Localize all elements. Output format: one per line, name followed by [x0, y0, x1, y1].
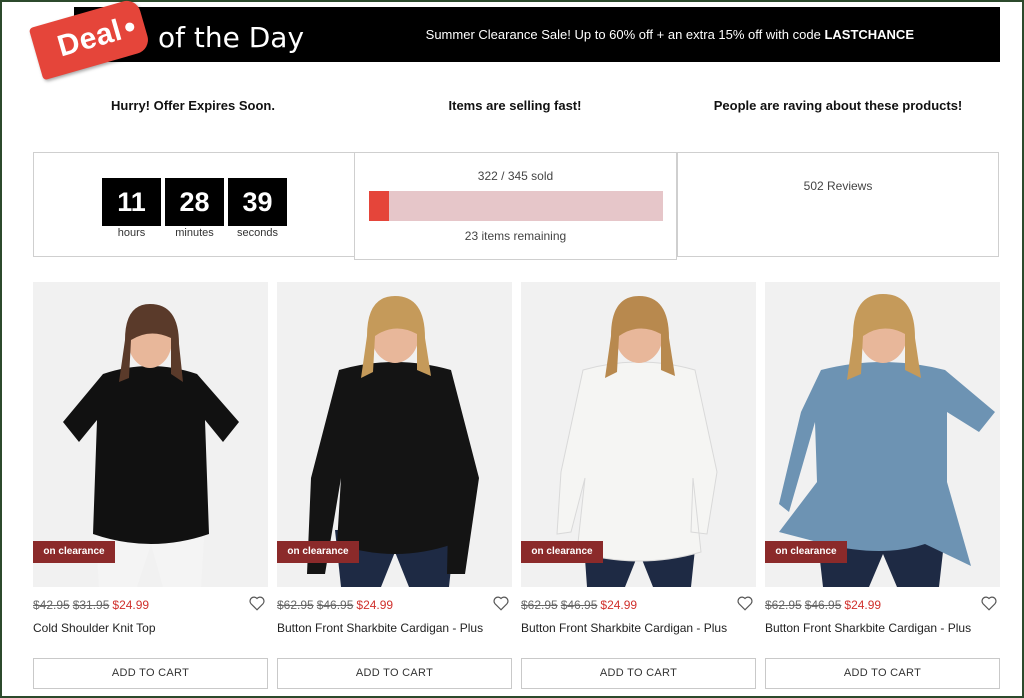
previous-price: $46.95	[316, 598, 354, 612]
countdown-panel: 11 hours 28 minutes 39 seconds	[33, 152, 355, 257]
stock-progress-fill	[369, 191, 389, 221]
minutes-value: 28	[165, 178, 224, 226]
previous-price: $46.95	[560, 598, 598, 612]
product-card: on clearance $42.95 $31.95 $24.99 Cold Sho…	[33, 282, 268, 692]
clearance-badge: on clearance	[765, 541, 847, 563]
original-price: $42.95	[33, 598, 70, 612]
sale-price: $24.99	[356, 598, 394, 612]
stock-progress-bar	[369, 191, 663, 221]
countdown-hours: 11 hours	[102, 178, 161, 239]
hours-value: 11	[102, 178, 161, 226]
countdown-seconds: 39 seconds	[228, 178, 287, 239]
seconds-label: seconds	[237, 227, 278, 239]
sold-count: 322 / 345 sold	[477, 169, 554, 183]
hours-label: hours	[117, 227, 146, 239]
price-row: $62.95 $46.95 $24.99	[521, 598, 637, 612]
countdown-minutes: 28 minutes	[165, 178, 224, 239]
reviews-count[interactable]: 502 Reviews	[678, 179, 998, 193]
tag-hole-icon	[124, 21, 136, 33]
deal-tag: Deal	[28, 0, 152, 81]
product-name[interactable]: Button Front Sharkbite Cardigan - Plus	[277, 621, 483, 635]
product-card: on clearance $62.95 $46.95 $24.99 Button F…	[521, 282, 756, 692]
reviews-panel: 502 Reviews	[677, 152, 999, 257]
product-name[interactable]: Button Front Sharkbite Cardigan - Plus	[765, 621, 971, 635]
heart-icon[interactable]	[980, 594, 998, 612]
price-row: $62.95 $46.95 $24.99	[277, 598, 393, 612]
heart-icon[interactable]	[492, 594, 510, 612]
promo-code: LASTCHANCE	[824, 27, 914, 42]
heart-icon[interactable]	[736, 594, 754, 612]
product-card: on clearance $62.95 $46.95 $24.99 Button F…	[277, 282, 512, 692]
heart-icon[interactable]	[248, 594, 266, 612]
add-to-cart-button[interactable]: ADD TO CART	[521, 658, 756, 689]
stock-panel: 322 / 345 sold 23 items remaining	[354, 152, 677, 260]
add-to-cart-button[interactable]: ADD TO CART	[277, 658, 512, 689]
sale-price: $24.99	[112, 598, 150, 612]
previous-price: $31.95	[72, 598, 110, 612]
headline-raving: People are raving about these products!	[713, 98, 963, 113]
product-name[interactable]: Cold Shoulder Knit Top	[33, 621, 156, 635]
minutes-label: minutes	[175, 227, 214, 239]
product-card: on clearance $62.95 $46.95 $24.99 Button F…	[765, 282, 1000, 692]
clearance-badge: on clearance	[277, 541, 359, 563]
clearance-badge: on clearance	[33, 541, 115, 563]
original-price: $62.95	[521, 598, 558, 612]
headline-expires: Hurry! Offer Expires Soon.	[111, 98, 275, 113]
items-remaining: 23 items remaining	[464, 229, 567, 243]
original-price: $62.95	[765, 598, 802, 612]
add-to-cart-button[interactable]: ADD TO CART	[33, 658, 268, 689]
promo-text: Summer Clearance Sale! Up to 60% off + a…	[425, 27, 914, 42]
clearance-badge: on clearance	[521, 541, 603, 563]
add-to-cart-button[interactable]: ADD TO CART	[765, 658, 1000, 689]
product-name[interactable]: Button Front Sharkbite Cardigan - Plus	[521, 621, 727, 635]
price-row: $62.95 $46.95 $24.99	[765, 598, 881, 612]
of-the-day-label: of the Day	[158, 21, 305, 54]
price-row: $42.95 $31.95 $24.99	[33, 598, 149, 612]
product-image[interactable]: on clearance	[521, 282, 756, 587]
product-image[interactable]: on clearance	[33, 282, 268, 587]
sale-price: $24.99	[844, 598, 882, 612]
original-price: $62.95	[277, 598, 314, 612]
deal-label: Deal	[53, 13, 126, 64]
previous-price: $46.95	[804, 598, 842, 612]
seconds-value: 39	[228, 178, 287, 226]
product-image[interactable]: on clearance	[765, 282, 1000, 587]
sale-price: $24.99	[600, 598, 638, 612]
product-image[interactable]: on clearance	[277, 282, 512, 587]
headline-selling: Items are selling fast!	[448, 98, 582, 113]
